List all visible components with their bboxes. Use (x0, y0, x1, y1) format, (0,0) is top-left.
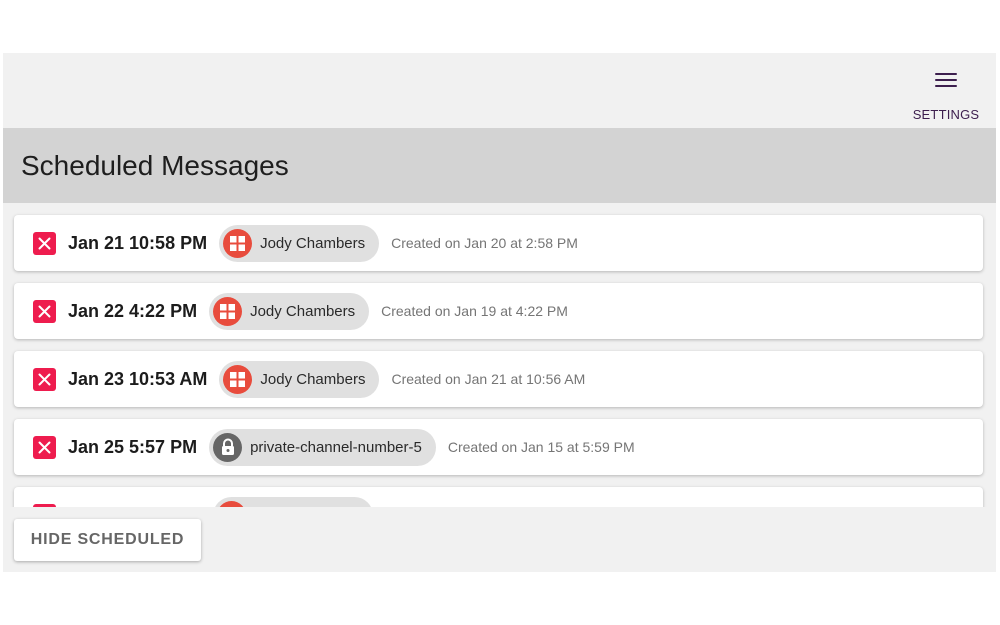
scheduled-message-row: Jan 21 10:58 PM Jody Chambers Created on… (14, 215, 983, 271)
user-avatar-icon (213, 296, 243, 326)
close-icon (38, 373, 51, 385)
recipient-name: private-channel-number-5 (250, 438, 422, 456)
scheduled-date: Jan 23 10:53 AM (68, 368, 208, 389)
delete-button[interactable] (33, 435, 56, 459)
recipient-name: Jody Chambers (250, 302, 356, 320)
page-header: Scheduled Messages (3, 128, 996, 203)
lock-icon (213, 432, 243, 462)
user-avatar-icon (223, 364, 253, 394)
recipient-chip[interactable]: Jody Chambers (219, 224, 380, 262)
delete-button[interactable] (33, 231, 56, 255)
hamburger-menu-icon (935, 71, 957, 89)
delete-button[interactable] (33, 299, 56, 323)
scheduled-message-row: Jan 23 10:53 AM Jody Chambers Created on… (14, 351, 983, 407)
scheduled-date: Jan 25 5:57 PM (68, 436, 198, 457)
close-icon (38, 305, 51, 317)
scheduled-date: Jan 22 4:22 PM (68, 300, 198, 321)
user-avatar-icon (223, 228, 253, 258)
created-timestamp: Created on Jan 19 at 4:22 PM (381, 303, 568, 319)
close-icon (38, 441, 51, 453)
app-window: SETTINGS Scheduled Messages Jan 21 10:58… (3, 53, 996, 572)
settings-label: SETTINGS (912, 107, 980, 122)
created-timestamp: Created on Jan 20 at 2:58 PM (391, 235, 578, 251)
recipient-name: Jody Chambers (260, 234, 366, 252)
settings-button[interactable]: SETTINGS (908, 67, 984, 125)
page-title: Scheduled Messages (21, 149, 289, 181)
recipient-chip[interactable]: private-channel-number-5 (209, 428, 436, 466)
recipient-chip[interactable]: Jody Chambers (219, 360, 380, 398)
close-icon (38, 237, 51, 249)
scheduled-message-row: Jan 22 4:22 PM Jody Chambers Created on … (14, 283, 983, 339)
recipient-name: Jody Chambers (260, 370, 366, 388)
scheduled-message-row (14, 487, 983, 507)
created-timestamp: Created on Jan 21 at 10:56 AM (391, 371, 586, 387)
hide-scheduled-button[interactable]: HIDE SCHEDULED (14, 519, 201, 561)
footer-bar: HIDE SCHEDULED (3, 507, 996, 572)
created-timestamp: Created on Jan 15 at 5:59 PM (447, 439, 635, 455)
scheduled-message-row: Jan 25 5:57 PM private-channel-number-5 … (14, 419, 983, 475)
recipient-chip[interactable]: Jody Chambers (209, 292, 370, 330)
delete-button[interactable] (33, 367, 56, 391)
recipient-chip[interactable] (213, 496, 373, 507)
scheduled-date: Jan 21 10:58 PM (68, 232, 208, 253)
top-bar: SETTINGS (3, 53, 996, 128)
scheduled-message-list[interactable]: Jan 21 10:58 PM Jody Chambers Created on… (3, 203, 996, 507)
